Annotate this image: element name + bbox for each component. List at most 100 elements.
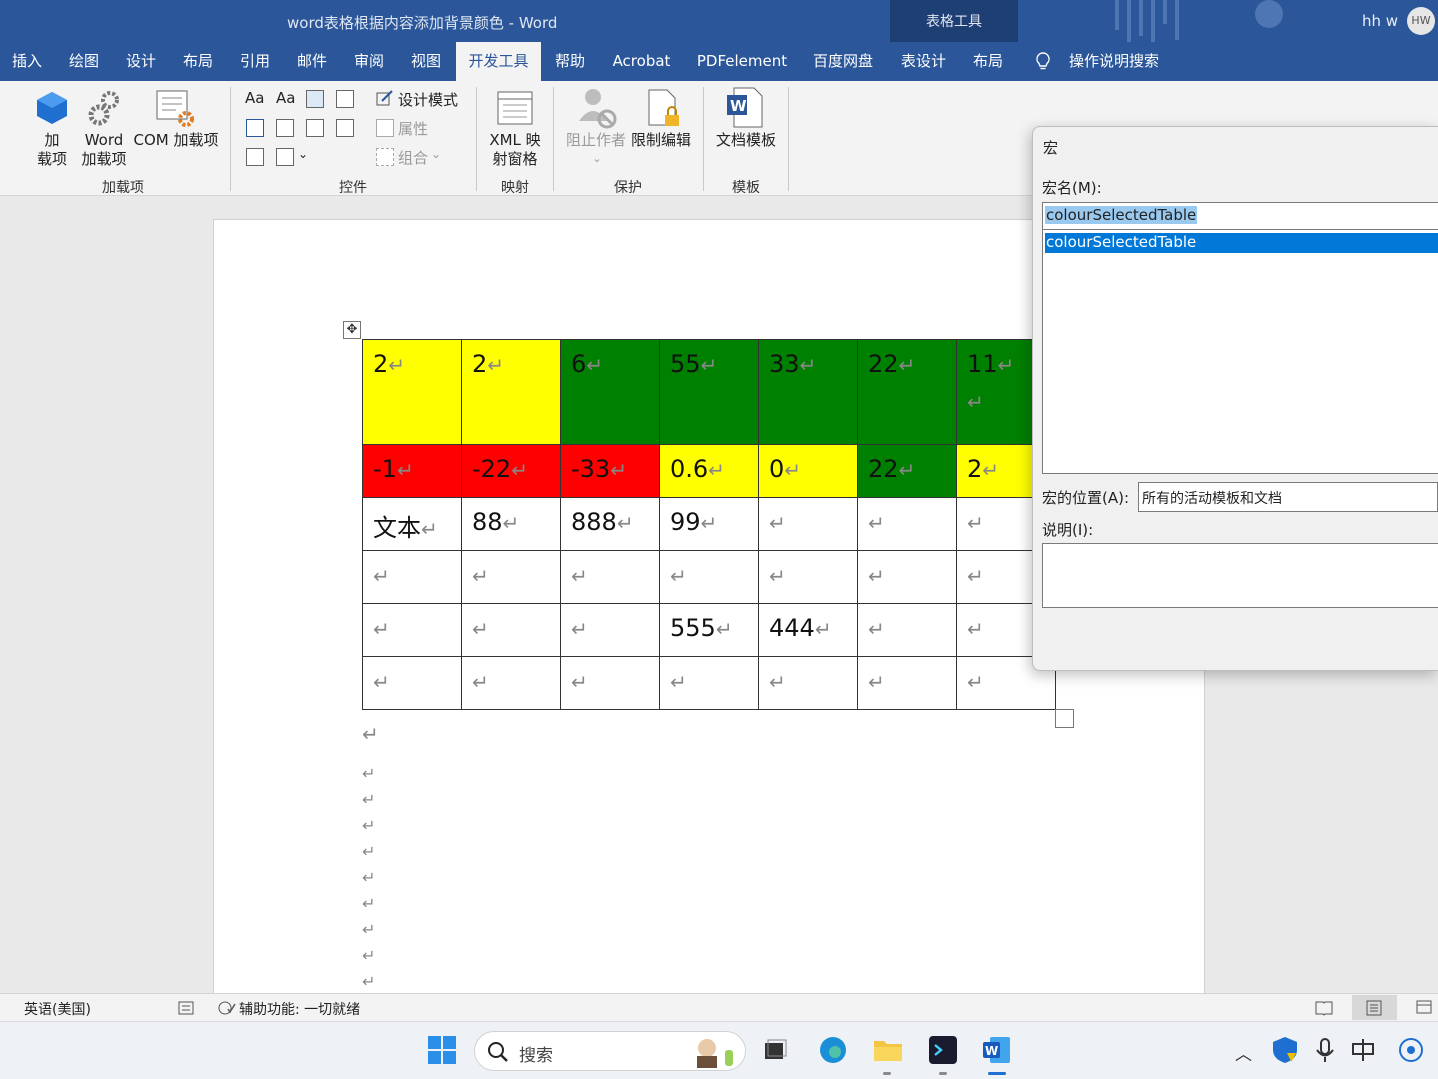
tab-draw[interactable]: 绘图 xyxy=(57,42,111,81)
input-method-icon[interactable] xyxy=(1348,1035,1378,1065)
edge-browser-icon[interactable] xyxy=(818,1035,848,1065)
tab-baidu-netdisk[interactable]: 百度网盘 xyxy=(802,42,884,81)
macro-location-select[interactable]: 所有的活动模板和文档 xyxy=(1138,482,1438,512)
table-cell[interactable]: ↵ xyxy=(659,656,759,710)
table-cell[interactable]: ↵ xyxy=(560,656,660,710)
accessibility-icon[interactable] xyxy=(218,1000,236,1016)
macro-list-item[interactable]: colourSelectedTable xyxy=(1045,233,1438,253)
dropdown-control-icon[interactable] xyxy=(306,119,324,137)
table-cell[interactable]: ↵ xyxy=(758,497,858,551)
table-cell[interactable]: 0.6↵ xyxy=(659,444,759,498)
table-cell[interactable]: 55↵ xyxy=(659,339,759,445)
group-button[interactable]: 组合 xyxy=(398,147,428,168)
tab-pdfelement[interactable]: PDFelement xyxy=(687,42,797,81)
table-cell[interactable]: ↵ xyxy=(461,603,561,657)
table-cell[interactable]: 6↵ xyxy=(560,339,660,445)
read-mode-icon[interactable] xyxy=(1315,1000,1333,1016)
table-cell[interactable]: ↵ xyxy=(659,550,759,604)
web-layout-icon[interactable] xyxy=(1416,1000,1434,1016)
macro-name-input[interactable]: colourSelectedTable xyxy=(1042,202,1438,230)
block-authors-button[interactable]: 阻止作者 xyxy=(564,131,628,150)
user-name[interactable]: hh w xyxy=(1362,12,1398,30)
picture-control-icon[interactable] xyxy=(306,90,324,108)
date-picker-control-icon[interactable] xyxy=(336,119,354,137)
tab-design[interactable]: 设计 xyxy=(114,42,168,81)
macro-dialog[interactable]: 宏 宏名(M): colourSelectedTable colourSelec… xyxy=(1032,126,1438,671)
legacy-tools-icon[interactable] xyxy=(276,148,294,166)
combo-box-control-icon[interactable] xyxy=(276,119,294,137)
tab-references[interactable]: 引用 xyxy=(228,42,282,81)
table-cell[interactable]: ↵ xyxy=(560,550,660,604)
restrict-editing-button[interactable]: 限制编辑 xyxy=(628,131,694,150)
design-mode-button[interactable]: 设计模式 xyxy=(398,89,458,110)
chevron-down-icon[interactable]: ⌄ xyxy=(590,149,604,168)
description-box[interactable] xyxy=(1042,543,1438,608)
table-cell[interactable]: 555↵ xyxy=(659,603,759,657)
word-app-icon[interactable]: W xyxy=(982,1035,1012,1065)
file-explorer-icon[interactable] xyxy=(873,1035,903,1065)
rich-text-control-icon[interactable]: Aa xyxy=(245,89,264,107)
word-addins-button[interactable]: Word 加载项 xyxy=(78,131,130,169)
tell-me-search[interactable]: 操作说明搜索 xyxy=(1062,42,1166,81)
plain-text-control-icon[interactable]: Aa xyxy=(276,89,295,107)
table-cell[interactable]: ↵ xyxy=(362,550,462,604)
security-shield-icon[interactable] xyxy=(1270,1035,1300,1065)
table-cell[interactable]: ↵ xyxy=(461,656,561,710)
xml-mapping-pane-button[interactable]: XML 映 射窗格 xyxy=(484,131,546,169)
table-cell[interactable]: ↵ xyxy=(461,550,561,604)
microphone-icon[interactable] xyxy=(1310,1035,1340,1065)
word-table[interactable]: 2↵ 2↵ 6↵ 55↵ 33↵ 22↵ 11↵ ↵ -1↵ -22↵ -33↵ 0.6↵ 0↵ 22↵ 2… xyxy=(362,339,1056,710)
table-cell[interactable]: 444↵ xyxy=(758,603,858,657)
table-cell[interactable]: 0↵ xyxy=(758,444,858,498)
table-cell[interactable]: ↵ xyxy=(857,550,957,604)
tab-developer[interactable]: 开发工具 xyxy=(456,42,541,81)
iflytek-icon[interactable] xyxy=(1396,1035,1426,1065)
table-cell[interactable]: ↵ xyxy=(758,550,858,604)
tab-layout[interactable]: 布局 xyxy=(171,42,225,81)
chevron-down-icon[interactable]: ⌄ xyxy=(298,147,308,161)
table-cell[interactable]: 2↵ xyxy=(461,339,561,445)
table-cell[interactable]: ↵ xyxy=(857,656,957,710)
table-cell[interactable]: ↵ xyxy=(857,497,957,551)
task-view-icon[interactable] xyxy=(760,1035,790,1065)
tab-acrobat[interactable]: Acrobat xyxy=(600,42,683,81)
table-cell[interactable]: ↵ xyxy=(362,656,462,710)
tab-review[interactable]: 审阅 xyxy=(342,42,396,81)
table-cell[interactable]: -1↵ xyxy=(362,444,462,498)
table-cell[interactable]: ↵ xyxy=(758,656,858,710)
chevron-up-icon[interactable]: ︿ xyxy=(1235,1040,1252,1065)
avatar[interactable]: HW xyxy=(1407,7,1435,35)
checkbox-control-icon[interactable] xyxy=(246,119,264,137)
table-cell[interactable]: -33↵ xyxy=(560,444,660,498)
table-cell[interactable]: 22↵ xyxy=(857,444,957,498)
lightbulb-icon[interactable] xyxy=(1035,52,1051,72)
tab-help[interactable]: 帮助 xyxy=(544,42,596,81)
building-block-control-icon[interactable] xyxy=(336,90,354,108)
table-cell[interactable]: 2↵ xyxy=(362,339,462,445)
taskbar-search[interactable]: 搜索 xyxy=(474,1031,746,1071)
table-cell[interactable]: 22↵ xyxy=(857,339,957,445)
terminal-app-icon[interactable] xyxy=(928,1035,958,1065)
table-resize-handle[interactable] xyxy=(1055,709,1074,728)
windows-start-icon[interactable] xyxy=(427,1035,457,1065)
com-addins-button[interactable]: COM 加载项 xyxy=(131,131,221,150)
addins-button[interactable]: 加 载项 xyxy=(30,131,74,169)
properties-button[interactable]: 属性 xyxy=(398,118,428,139)
table-cell[interactable]: ↵ xyxy=(857,603,957,657)
tab-insert[interactable]: 插入 xyxy=(0,42,54,81)
table-cell[interactable]: -22↵ xyxy=(461,444,561,498)
table-cell[interactable]: 33↵ xyxy=(758,339,858,445)
tab-view[interactable]: 视图 xyxy=(399,42,453,81)
table-cell[interactable]: 88↵ xyxy=(461,497,561,551)
tab-table-design[interactable]: 表设计 xyxy=(891,42,956,81)
table-move-handle-icon[interactable]: ✥ xyxy=(343,321,361,339)
table-cell[interactable]: 888↵ xyxy=(560,497,660,551)
macro-list[interactable]: colourSelectedTable xyxy=(1042,230,1438,474)
tab-table-layout[interactable]: 布局 xyxy=(960,42,1016,81)
table-cell[interactable]: 文本↵ xyxy=(362,497,462,551)
accessibility-status[interactable]: 辅助功能: 一切就绪 xyxy=(239,999,360,1019)
table-cell[interactable]: ↵ xyxy=(560,603,660,657)
tab-mailings[interactable]: 邮件 xyxy=(285,42,339,81)
table-cell[interactable]: ↵ xyxy=(362,603,462,657)
word-count-icon[interactable] xyxy=(178,1000,194,1016)
